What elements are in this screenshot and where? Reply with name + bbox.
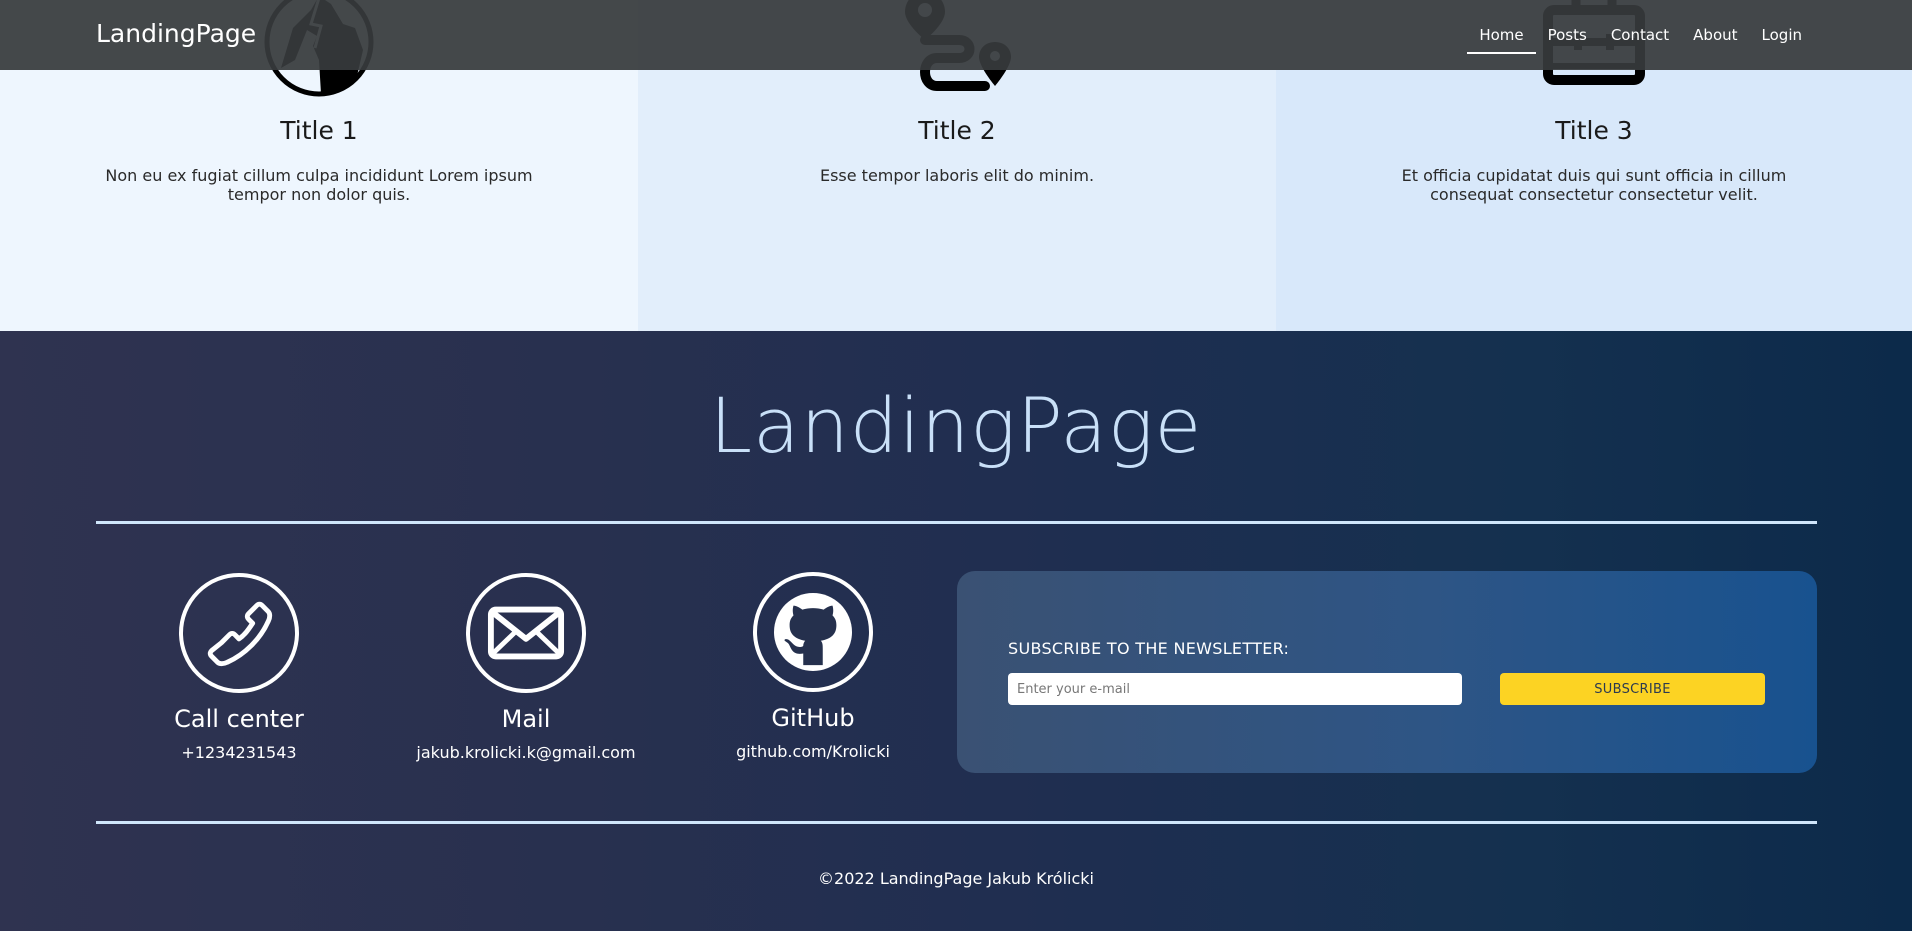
- nav-link-login[interactable]: Login: [1750, 0, 1814, 70]
- nav-links: Home Posts Contact About Login: [1467, 0, 1814, 70]
- subscribe-button[interactable]: SUBSCRIBE: [1500, 673, 1765, 705]
- nav-link-posts[interactable]: Posts: [1536, 0, 1599, 70]
- feature-text: Esse tempor laboris elit do minim.: [819, 166, 1095, 185]
- contact-mail[interactable]: Mail jakub.krolicki.k@gmail.com: [411, 573, 641, 762]
- feature-text: Non eu ex fugiat cillum culpa incididunt…: [105, 166, 533, 204]
- feature-text: Et officia cupidatat duis qui sunt offic…: [1401, 166, 1787, 204]
- brand-logo[interactable]: LandingPage: [96, 19, 256, 48]
- footer-brand: LandingPage: [709, 381, 1203, 470]
- phone-icon: [179, 573, 299, 693]
- nav-link-home[interactable]: Home: [1467, 0, 1536, 70]
- top-navbar: LandingPage Home Posts Contact About Log…: [0, 0, 1912, 70]
- email-input[interactable]: [1008, 673, 1462, 705]
- contact-title: Call center: [174, 705, 304, 733]
- nav-link-about[interactable]: About: [1681, 0, 1749, 70]
- contact-value: jakub.krolicki.k@gmail.com: [416, 743, 636, 762]
- newsletter-label: SUBSCRIBE TO THE NEWSLETTER:: [1008, 639, 1290, 658]
- copyright-text: ©2022 LandingPage Jakub Królicki: [818, 869, 1094, 888]
- newsletter-box: SUBSCRIBE TO THE NEWSLETTER: SUBSCRIBE: [957, 571, 1817, 773]
- nav-link-contact[interactable]: Contact: [1599, 0, 1681, 70]
- contact-title: Mail: [501, 705, 551, 733]
- mail-icon: [466, 573, 586, 693]
- feature-title: Title 1: [280, 116, 358, 145]
- contact-value: +1234231543: [181, 743, 297, 762]
- contact-call-center[interactable]: Call center +1234231543: [124, 573, 354, 762]
- contact-title: GitHub: [771, 704, 855, 732]
- feature-title: Title 3: [1555, 116, 1633, 145]
- footer-divider-top: [96, 521, 1817, 524]
- footer-divider-bottom: [96, 821, 1817, 824]
- github-icon: [753, 572, 873, 692]
- feature-title: Title 2: [918, 116, 996, 145]
- contact-value: github.com/Krolicki: [736, 742, 890, 761]
- footer: LandingPage Call center +1234231543 Mail…: [0, 331, 1912, 931]
- contact-github[interactable]: GitHub github.com/Krolicki: [698, 572, 928, 761]
